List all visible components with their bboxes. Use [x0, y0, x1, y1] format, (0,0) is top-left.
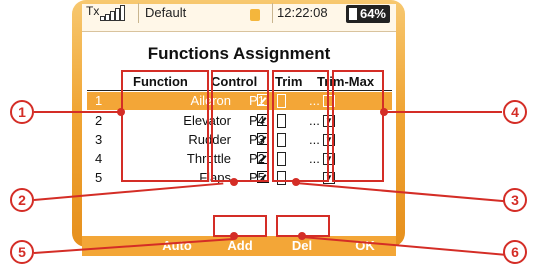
callout-line: [384, 111, 502, 113]
page-title: Functions Assignment: [147, 44, 331, 63]
battery-icon: [349, 8, 357, 20]
callout-box-trim-max: [332, 70, 384, 182]
row-number: 1: [95, 93, 103, 108]
callout-box-trim: [272, 70, 329, 182]
callout-dot: [230, 232, 238, 240]
signal-bar-icon: [120, 5, 125, 21]
row-number: 2: [95, 113, 103, 128]
callout-dot: [230, 178, 238, 186]
row-number: 4: [95, 151, 103, 166]
callout-badge-6: 6: [503, 240, 527, 264]
callout-badge-2: 2: [10, 188, 34, 212]
tx-signal-indicator: Tx: [86, 3, 128, 23]
callout-box-control: [211, 70, 269, 182]
callout-dot: [292, 178, 300, 186]
callout-line: [34, 111, 122, 113]
callout-dot: [298, 232, 306, 240]
callout-badge-1: 1: [10, 100, 34, 124]
receiver-battery-icon: [250, 9, 260, 21]
callout-dot: [380, 108, 388, 116]
row-number: 5: [95, 170, 103, 185]
callout-box-function: [121, 70, 209, 182]
battery-percent: 64%: [359, 6, 386, 21]
callout-box-add: [213, 215, 267, 237]
callout-badge-3: 3: [503, 188, 527, 212]
callout-dot: [117, 108, 125, 116]
tx-label: Tx: [86, 4, 100, 18]
model-name: Default: [138, 3, 225, 23]
clock: 12:22:08: [272, 3, 349, 23]
callout-badge-4: 4: [503, 100, 527, 124]
row-number: 3: [95, 132, 103, 147]
auto-button[interactable]: Auto: [146, 236, 208, 256]
callout-badge-5: 5: [10, 240, 34, 264]
battery-indicator: 64%: [346, 5, 390, 23]
